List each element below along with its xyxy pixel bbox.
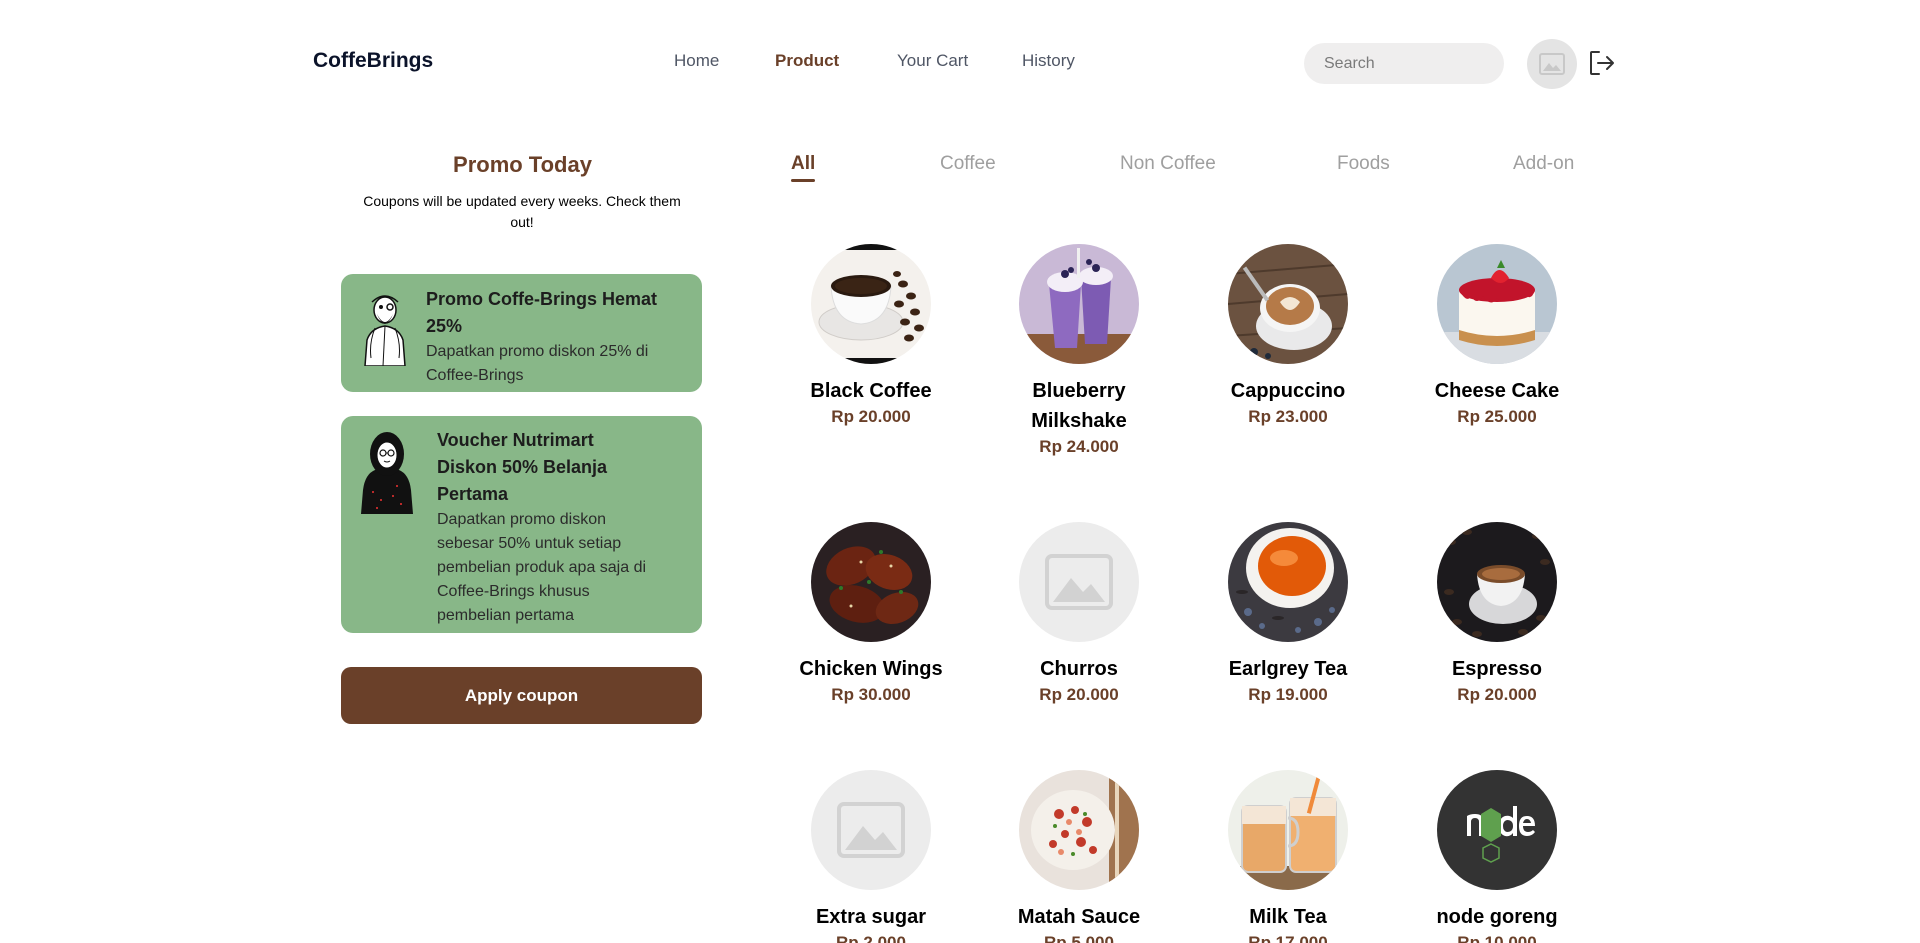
product-card[interactable]: Black Coffee Rp 20.000: [776, 244, 966, 428]
nav-history-link[interactable]: History: [1022, 51, 1075, 71]
product-card[interactable]: node goreng Rp 10.000: [1402, 770, 1592, 943]
product-name: Blueberry Milkshake: [1031, 380, 1127, 432]
product-price: Rp 20.000: [1457, 685, 1537, 704]
product-name: Chicken Wings: [799, 658, 943, 680]
product-price: Rp 24.000: [1039, 437, 1119, 456]
product-name: node goreng: [1436, 906, 1558, 928]
avatar[interactable]: [1527, 39, 1577, 89]
blueberry-milkshake-photo: [1019, 244, 1139, 364]
navbar: CoffeBrings Home Product Your Cart Histo…: [0, 0, 1920, 125]
product-name: Churros: [1040, 658, 1118, 680]
coupon-card[interactable]: Promo Coffe-Brings Hemat 25% Dapatkan pr…: [341, 274, 702, 392]
product-name: Extra sugar: [815, 906, 927, 928]
nodejs-logo: [1437, 770, 1557, 890]
search-input[interactable]: [1304, 43, 1504, 84]
product-price: Rp 23.000: [1248, 407, 1328, 426]
woman-hijab-illustration: [361, 432, 413, 514]
promo-subtitle: Coupons will be updated every weeks. Che…: [363, 193, 681, 230]
tab-all[interactable]: All: [791, 153, 816, 182]
nav-product-link[interactable]: Product: [775, 51, 839, 71]
product-card[interactable]: Cheese Cake Rp 25.000: [1402, 244, 1592, 428]
tab-add-on[interactable]: Add-on: [1513, 153, 1574, 175]
product-price: Rp 19.000: [1248, 685, 1328, 704]
promo-title: Promo Today: [453, 152, 592, 177]
product-price: Rp 2.000: [836, 933, 906, 943]
cheese-cake-photo: [1437, 244, 1557, 364]
tab-non-coffee[interactable]: Non Coffee: [1120, 153, 1216, 175]
image-placeholder-icon: [1539, 53, 1565, 75]
product-price: Rp 5.000: [1044, 933, 1114, 943]
product-card[interactable]: Cappuccino Rp 23.000: [1193, 244, 1383, 428]
nav-cart-link[interactable]: Your Cart: [897, 51, 968, 71]
matah-sauce-photo: [1019, 770, 1139, 890]
earlgrey-tea-photo: [1228, 522, 1348, 642]
product-name: Cheese Cake: [1434, 380, 1560, 402]
product-name: Matah Sauce: [1017, 906, 1141, 928]
product-price: Rp 25.000: [1457, 407, 1537, 426]
image-placeholder-icon: [811, 770, 931, 890]
product-name: Earlgrey Tea: [1228, 658, 1348, 680]
product-card[interactable]: Matah Sauce Rp 5.000: [984, 770, 1174, 943]
product-name: Black Coffee: [810, 380, 932, 402]
product-name: Milk Tea: [1249, 906, 1327, 928]
product-price: Rp 20.000: [1039, 685, 1119, 704]
coupon-card[interactable]: Voucher Nutrimart Diskon 50% Belanja Per…: [341, 416, 702, 633]
product-price: Rp 17.000: [1248, 933, 1328, 943]
tab-coffee[interactable]: Coffee: [940, 153, 996, 175]
coupon-description: Dapatkan promo diskon sebesar 50% untuk …: [437, 511, 647, 624]
apply-coupon-button[interactable]: Apply coupon: [341, 667, 702, 724]
product-price: Rp 10.000: [1457, 933, 1537, 943]
nav-home-link[interactable]: Home: [674, 51, 719, 71]
coupon-description: Dapatkan promo diskon 25% di Coffee-Brin…: [426, 343, 649, 384]
product-name: Espresso: [1451, 658, 1543, 680]
coupon-title: Voucher Nutrimart Diskon 50% Belanja Per…: [437, 430, 608, 504]
product-card[interactable]: Chicken Wings Rp 30.000: [776, 522, 966, 706]
coupon-title: Promo Coffe-Brings Hemat 25%: [426, 289, 658, 336]
product-card[interactable]: Earlgrey Tea Rp 19.000: [1193, 522, 1383, 706]
product-card[interactable]: Blueberry Milkshake Rp 24.000: [984, 244, 1174, 458]
espresso-photo: [1437, 522, 1557, 642]
chicken-wings-photo: [811, 522, 931, 642]
cappuccino-photo: [1228, 244, 1348, 364]
product-card[interactable]: Milk Tea Rp 17.000: [1193, 770, 1383, 943]
image-placeholder-icon: [1019, 522, 1139, 642]
tab-foods[interactable]: Foods: [1337, 153, 1390, 175]
product-price: Rp 30.000: [831, 685, 911, 704]
product-card[interactable]: Extra sugar Rp 2.000: [776, 770, 966, 943]
old-man-illustration: [364, 295, 406, 366]
logout-icon[interactable]: [1588, 49, 1616, 77]
product-card[interactable]: Churros Rp 20.000: [984, 522, 1174, 706]
milk-tea-photo: [1228, 770, 1348, 890]
brand-logo[interactable]: CoffeBrings: [313, 49, 433, 73]
black-coffee-photo: [811, 244, 931, 364]
product-card[interactable]: Espresso Rp 20.000: [1402, 522, 1592, 706]
product-price: Rp 20.000: [831, 407, 911, 426]
product-name: Cappuccino: [1230, 380, 1346, 402]
